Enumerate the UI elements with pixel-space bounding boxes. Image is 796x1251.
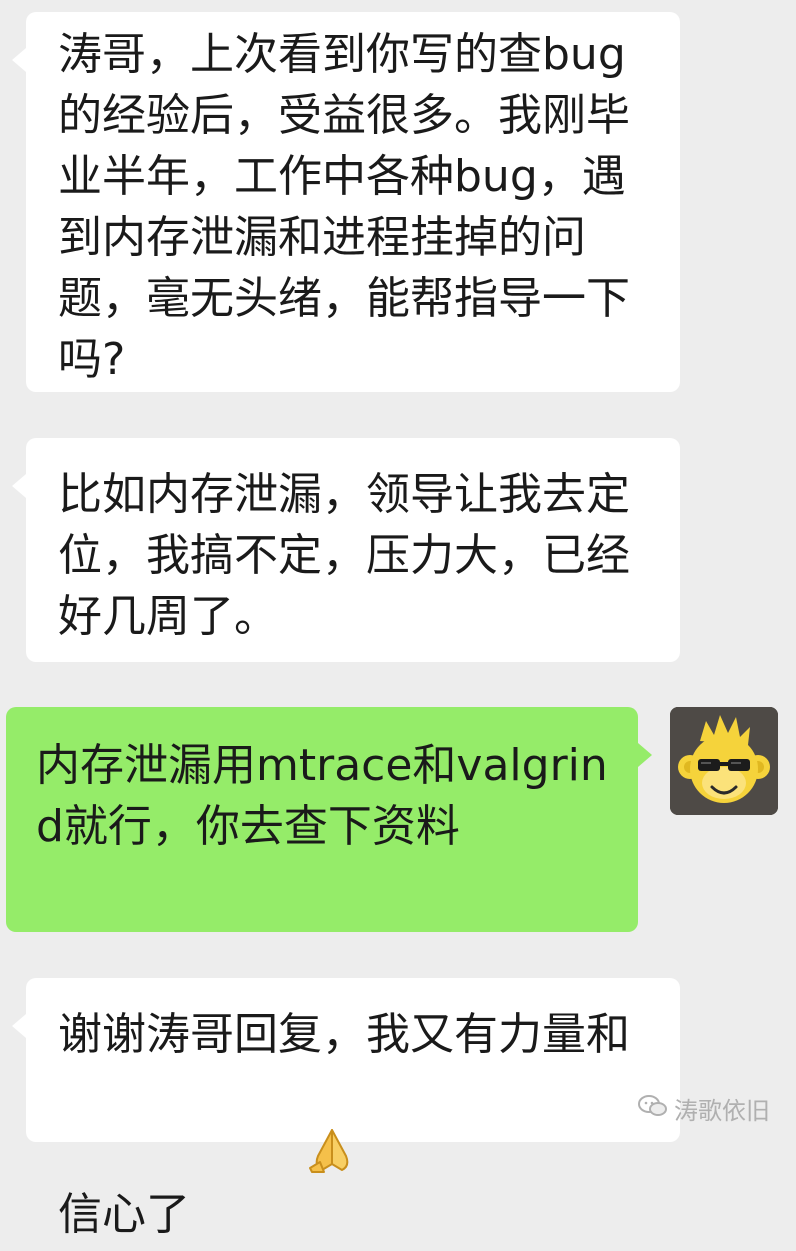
watermark-text: 涛歌依旧 [674, 1097, 770, 1125]
outgoing-message-bubble[interactable]: 内存泄漏用mtrace和valgrind就行，你去查下资料 [6, 707, 652, 932]
user-avatar[interactable] [670, 707, 778, 815]
wechat-icon [638, 1094, 668, 1124]
message-text: 谢谢涛哥回复，我又有力量和信心了 [58, 1004, 666, 1251]
praying-hands-emoji-icon [194, 1065, 358, 1251]
message-text: 比如内存泄漏，领导让我去定位，我搞不定，压力大，已经好几周了。 [58, 469, 630, 642]
incoming-message-bubble[interactable]: 比如内存泄漏，领导让我去定位，我搞不定，压力大，已经好几周了。 [12, 438, 680, 662]
incoming-message-bubble[interactable]: 涛哥，上次看到你写的查bug的经验后，受益很多。我刚毕业半年，工作中各种bug，… [12, 12, 680, 392]
message-text: 内存泄漏用mtrace和valgrind就行，你去查下资料 [36, 740, 608, 852]
message-text: 涛哥，上次看到你写的查bug的经验后，受益很多。我刚毕业半年，工作中各种bug，… [58, 29, 630, 385]
cartoon-monkey-avatar-icon [670, 707, 778, 815]
watermark: 涛歌依旧 [638, 1091, 770, 1126]
incoming-message-bubble[interactable]: 谢谢涛哥回复，我又有力量和信心了 [12, 978, 680, 1240]
